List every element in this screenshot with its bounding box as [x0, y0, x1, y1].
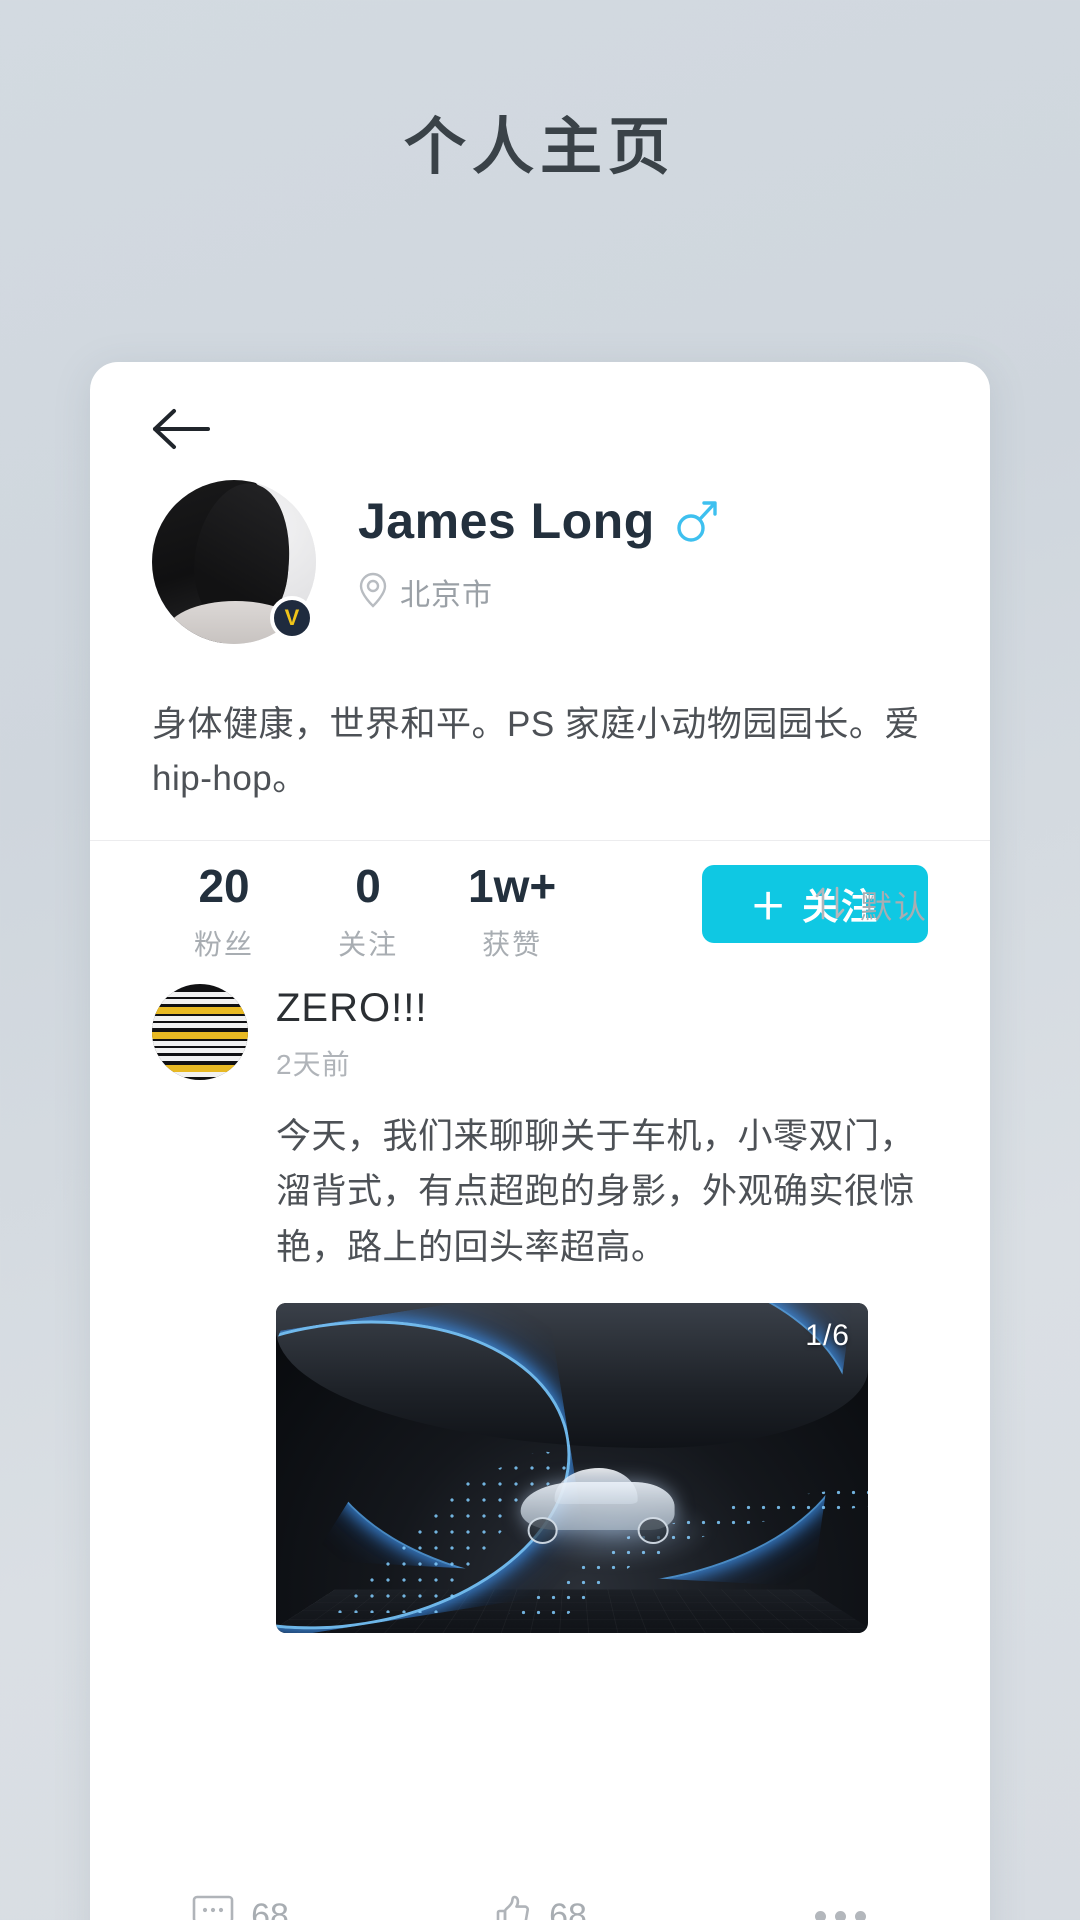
- post-author-name: ZERO!!!: [276, 986, 428, 1030]
- sort-arrows-icon: [814, 884, 846, 927]
- section-divider: [90, 840, 990, 841]
- post-image[interactable]: 1/6: [276, 1302, 868, 1633]
- sort-control[interactable]: 默认: [814, 882, 928, 928]
- profile-card: V James Long 北京市 身体健康，世界和平。PS 家庭小动物园园长。爱…: [90, 362, 990, 1920]
- thumbs-up-icon: [493, 1894, 533, 1920]
- profile-bio: 身体健康，世界和平。PS 家庭小动物园园长。爱hip-hop。: [152, 705, 920, 799]
- sort-label: 默认: [859, 889, 928, 925]
- page-title: 个人主页: [403, 113, 676, 182]
- male-symbol-icon: [673, 498, 719, 544]
- post-author-avatar[interactable]: [152, 984, 248, 1080]
- arrow-left-icon: [152, 407, 210, 451]
- stats-row: 20 粉丝 0 关注 1w+ 获赞 ＋ 关注: [152, 859, 929, 964]
- location-text: 北京市: [400, 579, 493, 612]
- avatar-wrapper[interactable]: V: [152, 480, 316, 644]
- more-action[interactable]: [690, 1910, 990, 1920]
- stat-likes-value: 1w+: [468, 859, 557, 912]
- post-meta: ZERO!!! 2天前: [276, 984, 427, 1083]
- stat-following-value: 0: [355, 859, 381, 912]
- more-dots-icon: [814, 1910, 866, 1920]
- identity-row: V James Long 北京市: [152, 480, 928, 644]
- post-timestamp: 2天前: [276, 1049, 351, 1080]
- location-row: 北京市: [358, 570, 719, 614]
- stat-following-label: 关注: [338, 929, 399, 961]
- stat-following[interactable]: 0 关注: [296, 859, 440, 964]
- display-name: James Long: [358, 493, 655, 549]
- post-item: ZERO!!! 2天前 今天，我们来聊聊关于车机，小零双门，溜背式，有点超跑的身…: [90, 984, 990, 1633]
- image-counter: 1/6: [805, 1318, 850, 1352]
- post-text: 今天，我们来聊聊关于车机，小零双门，溜背式，有点超跑的身影，外观确实很惊艳，路上…: [276, 1117, 916, 1267]
- post-header: ZERO!!! 2天前: [152, 984, 928, 1083]
- name-row: James Long: [358, 492, 719, 550]
- stat-followers-value: 20: [198, 859, 250, 912]
- back-button[interactable]: [152, 400, 224, 458]
- comment-action[interactable]: 68: [90, 1895, 390, 1920]
- verified-badge-icon: V: [270, 596, 314, 640]
- comment-count: 68: [251, 1896, 289, 1920]
- post-action-bar: 68 68: [90, 1870, 990, 1920]
- stat-likes-label: 获赞: [482, 929, 543, 961]
- location-pin-icon: [358, 572, 388, 613]
- like-action[interactable]: 68: [390, 1894, 690, 1920]
- stat-likes[interactable]: 1w+ 获赞: [440, 859, 584, 964]
- stat-followers-label: 粉丝: [194, 929, 255, 961]
- stat-followers[interactable]: 20 粉丝: [152, 859, 296, 964]
- comment-bubble-icon: [191, 1895, 235, 1920]
- like-count: 68: [549, 1896, 587, 1920]
- name-block: James Long 北京市: [358, 480, 719, 614]
